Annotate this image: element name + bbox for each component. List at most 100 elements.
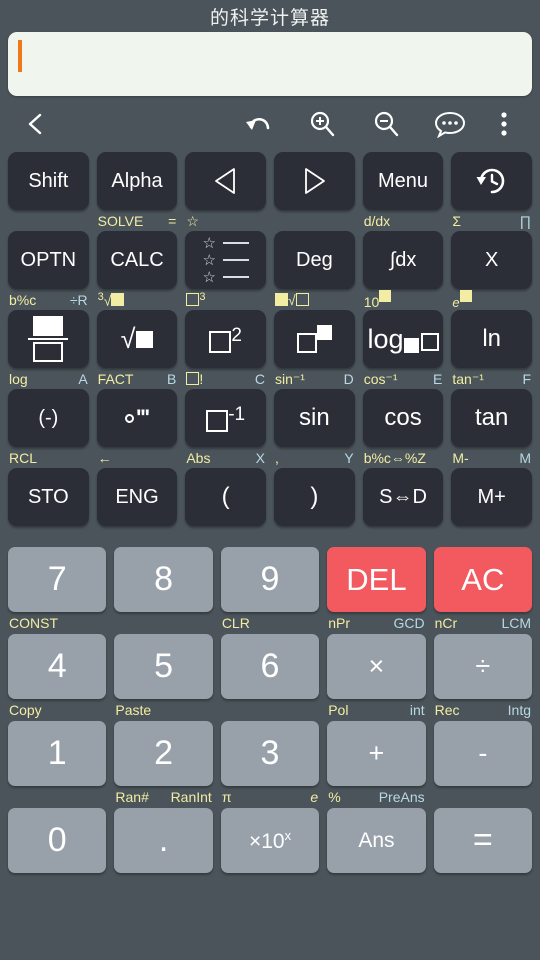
key-eng[interactable]: ENG <box>96 468 178 526</box>
key-row-0: 0 . ×10x Ans = <box>4 808 536 873</box>
key-ans[interactable]: Ans <box>327 808 426 873</box>
key-cell-power: sin⁻¹ D <box>270 310 359 389</box>
key-plus[interactable]: + <box>327 721 426 786</box>
key-cell-fraction: log A <box>4 310 93 389</box>
shift-label: √ <box>275 292 309 307</box>
key-standard-decimal[interactable]: S⇔D <box>362 468 444 526</box>
key-cell-decimal: . <box>110 808 216 873</box>
key-8[interactable]: 8 <box>114 547 213 612</box>
shift-label: Paste <box>115 702 152 718</box>
alpha-label: F <box>522 370 532 387</box>
key-square[interactable]: 2 <box>185 310 267 368</box>
key-cell-sd: S⇔D <box>359 468 448 547</box>
key-cos[interactable]: cos <box>362 389 444 447</box>
key-cell-left: ☆ <box>181 152 270 231</box>
key-menu[interactable]: Menu <box>362 152 444 210</box>
shift-label: 10 <box>364 290 392 309</box>
key-log-base[interactable]: log <box>362 310 444 368</box>
key-sublabels: d/dx <box>363 210 444 231</box>
key-9[interactable]: 9 <box>220 547 320 612</box>
key-ln[interactable]: ln <box>451 310 533 368</box>
key-sublabels: Paste <box>114 699 212 721</box>
key-paren-open[interactable]: ( <box>185 468 267 526</box>
text-caret <box>18 40 22 72</box>
key-0[interactable]: 0 <box>8 808 107 873</box>
key-divide[interactable]: ÷ <box>433 634 533 699</box>
back-icon[interactable] <box>14 102 58 146</box>
key-5[interactable]: 5 <box>114 634 213 699</box>
key-multiply[interactable]: × <box>327 634 426 699</box>
key-negate[interactable]: (-) <box>8 389 89 447</box>
key-tan[interactable]: tan <box>451 389 533 447</box>
key-cell-sto: STO <box>4 468 93 547</box>
key-cell-9: 9 CLR <box>217 547 323 634</box>
key-decimal-point[interactable]: . <box>114 808 213 873</box>
key-cell-paren-close: ) <box>270 468 359 547</box>
key-6[interactable]: 6 <box>220 634 320 699</box>
key-fraction[interactable] <box>8 310 89 368</box>
key-row-functions: OPTN b%c ÷R CALC 3√ ☆ ☆ ☆ 3 Deg √ ∫dx 10… <box>4 231 536 310</box>
key-shift[interactable]: Shift <box>8 152 89 210</box>
key-label: 4 <box>47 647 67 685</box>
chat-bubble-icon[interactable] <box>418 102 482 146</box>
key-cell-calc: CALC 3√ <box>93 231 182 310</box>
key-history[interactable] <box>451 152 533 210</box>
shift-label: M- <box>452 449 469 466</box>
key-sublabels <box>8 210 89 231</box>
key-sublabels: tan⁻¹ F <box>451 368 532 389</box>
key-cell-multiply: × Pol int <box>323 634 429 721</box>
key-integral[interactable]: ∫dx <box>362 231 444 289</box>
key-x-variable[interactable]: X <box>451 231 533 289</box>
shift-label: ☆ <box>186 212 199 229</box>
key-7[interactable]: 7 <box>8 547 107 612</box>
key-sublabels: Ran# RanInt <box>114 786 212 808</box>
key-square-root[interactable]: √ <box>96 310 178 368</box>
sqrt-glyph: √ <box>121 324 154 355</box>
key-power[interactable] <box>274 310 355 368</box>
key-2[interactable]: 2 <box>114 721 213 786</box>
key-favorites[interactable]: ☆ ☆ ☆ <box>185 231 267 289</box>
zoom-in-icon[interactable] <box>290 102 354 146</box>
key-arrow-right[interactable] <box>274 152 355 210</box>
key-cell-5: 5 Paste <box>110 634 216 721</box>
key-sublabels <box>114 612 212 634</box>
key-paren-close[interactable]: ) <box>274 468 355 526</box>
expression-display[interactable] <box>8 32 532 96</box>
key-arrow-left[interactable] <box>185 152 267 210</box>
undo-icon[interactable] <box>226 102 290 146</box>
overflow-menu-icon[interactable] <box>482 102 526 146</box>
key-minus[interactable]: - <box>433 721 533 786</box>
key-1[interactable]: 1 <box>8 721 107 786</box>
key-optn[interactable]: OPTN <box>8 231 89 289</box>
alpha-label: e <box>310 789 319 805</box>
key-cell-eng: ENG <box>93 468 182 547</box>
key-reciprocal[interactable]: -1 <box>185 389 267 447</box>
zoom-out-icon[interactable] <box>354 102 418 146</box>
key-3[interactable]: 3 <box>220 721 320 786</box>
key-label: 8 <box>154 560 174 598</box>
key-degrees-minutes-seconds[interactable]: ''' <box>96 389 178 447</box>
key-row-powers: log A √ FACT B 2 ! C sin⁻¹ D log cos⁻¹ E… <box>4 310 536 389</box>
key-cell-3: 3 πe <box>217 721 323 808</box>
key-calc[interactable]: CALC <box>96 231 178 289</box>
key-equals[interactable]: = <box>433 808 533 873</box>
key-4[interactable]: 4 <box>8 634 107 699</box>
key-memory-plus[interactable]: M+ <box>451 468 533 526</box>
alpha-label: B <box>167 370 177 387</box>
key-cell-alpha: Alpha SOLVE = <box>93 152 182 231</box>
key-sublabels: 3√ <box>97 289 178 310</box>
key-del[interactable]: DEL <box>327 547 426 612</box>
key-sin[interactable]: sin <box>274 389 355 447</box>
key-ac[interactable]: AC <box>433 547 533 612</box>
fraction-icon <box>28 316 69 362</box>
key-label: Deg <box>296 248 333 271</box>
log-base-glyph: log <box>368 324 439 355</box>
key-row-456: 4 Copy 5 Paste 6 × Pol int ÷ Rec Intg <box>4 634 536 721</box>
key-sto[interactable]: STO <box>8 468 89 526</box>
key-deg[interactable]: Deg <box>274 231 355 289</box>
app-title-bar: 的科学计算器 <box>0 0 540 32</box>
key-cell-tan: tan M- M <box>447 389 536 468</box>
alpha-label: C <box>254 370 266 387</box>
key-alpha[interactable]: Alpha <box>96 152 178 210</box>
key-exponent[interactable]: ×10x <box>220 808 320 873</box>
